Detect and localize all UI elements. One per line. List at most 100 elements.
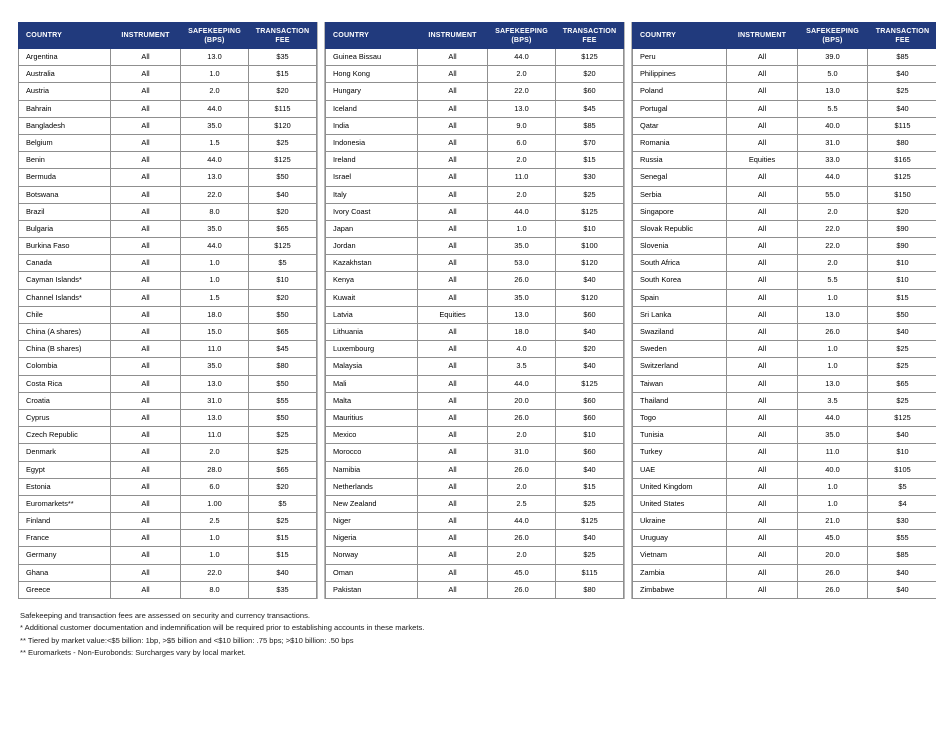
cell-transaction-fee: $70: [555, 133, 624, 153]
cell-instrument: All: [726, 82, 798, 101]
table-row: Slovak Republic All 22.0 $90: [632, 219, 936, 239]
cell-instrument: All: [726, 168, 798, 187]
table-row: Zimbabwe All 26.0 $40: [632, 580, 936, 600]
cell-instrument: All: [726, 202, 798, 221]
column-header-transaction-fee[interactable]: TRANSACTION FEE: [248, 22, 317, 49]
table-row: Jordan All 35.0 $100: [325, 237, 624, 256]
fee-table-block-left: COUNTRY INSTRUMENT SAFEKEEPING (BPS) TRANSAC…: [18, 22, 317, 600]
cell-transaction-fee: $40: [555, 271, 624, 290]
cell-safekeeping-bps: 8.0: [180, 202, 249, 221]
cell-safekeeping-bps: 26.0: [487, 580, 556, 600]
table-row: Russia Equities 33.0 $165: [632, 151, 936, 170]
cell-safekeeping-bps: 1.00: [180, 494, 249, 514]
cell-instrument: All: [110, 133, 181, 153]
cell-country: Greece: [18, 580, 111, 600]
table-row: Slovenia All 22.0 $90: [632, 237, 936, 256]
cell-instrument: All: [726, 563, 798, 582]
cell-country: Nigeria: [325, 529, 418, 548]
cell-transaction-fee: $45: [248, 340, 317, 359]
column-header-safekeeping[interactable]: SAFEKEEPING (BPS): [487, 22, 556, 49]
cell-transaction-fee: $25: [248, 426, 317, 445]
table-row: Israel All 11.0 $30: [325, 168, 624, 187]
cell-instrument: All: [417, 202, 488, 221]
cell-country: Philippines: [632, 65, 727, 84]
cell-transaction-fee: $120: [555, 254, 624, 273]
cell-instrument: All: [726, 219, 798, 239]
column-header-safekeeping[interactable]: SAFEKEEPING (BPS): [797, 22, 868, 49]
cell-instrument: All: [110, 322, 181, 342]
cell-instrument: All: [417, 47, 488, 67]
cell-safekeeping-bps: 44.0: [180, 99, 249, 118]
table-row: New Zealand All 2.5 $25: [325, 494, 624, 514]
cell-country: Netherlands: [325, 477, 418, 496]
cell-safekeeping-bps: 13.0: [180, 47, 249, 67]
fee-table: COUNTRY INSTRUMENT SAFEKEEPING (BPS) TRANSAC…: [325, 22, 624, 600]
cell-country: Costa Rica: [18, 374, 111, 393]
cell-safekeeping-bps: 2.0: [797, 202, 868, 221]
cell-instrument: All: [417, 65, 488, 84]
cell-country: Mali: [325, 374, 418, 393]
table-row: Botswana All 22.0 $40: [18, 185, 317, 204]
cell-transaction-fee: $60: [555, 305, 624, 325]
cell-instrument: All: [726, 443, 798, 462]
column-header-country[interactable]: COUNTRY: [18, 22, 111, 49]
column-header-country[interactable]: COUNTRY: [632, 22, 727, 49]
cell-transaction-fee: $35: [248, 580, 317, 600]
column-header-instrument[interactable]: INSTRUMENT: [110, 22, 181, 49]
cell-transaction-fee: $85: [555, 116, 624, 135]
table-row: Ivory Coast All 44.0 $125: [325, 202, 624, 221]
cell-safekeeping-bps: 26.0: [487, 271, 556, 290]
cell-safekeeping-bps: 2.0: [487, 65, 556, 84]
cell-instrument: All: [726, 288, 798, 307]
cell-instrument: All: [110, 340, 181, 359]
cell-safekeeping-bps: 28.0: [180, 460, 249, 479]
table-row: Malta All 20.0 $60: [325, 391, 624, 410]
cell-country: Germany: [18, 546, 111, 565]
column-header-transaction-fee[interactable]: TRANSACTION FEE: [867, 22, 936, 49]
cell-instrument: All: [726, 512, 798, 531]
cell-safekeeping-bps: 2.0: [487, 477, 556, 496]
cell-country: Romania: [632, 133, 727, 153]
cell-instrument: All: [726, 237, 798, 256]
cell-transaction-fee: $25: [867, 340, 936, 359]
cell-instrument: All: [110, 477, 181, 496]
cell-safekeeping-bps: 44.0: [487, 202, 556, 221]
table-row: Egypt All 28.0 $65: [18, 460, 317, 479]
cell-country: Bermuda: [18, 168, 111, 187]
cell-safekeeping-bps: 11.0: [487, 168, 556, 187]
column-header-safekeeping[interactable]: SAFEKEEPING (BPS): [180, 22, 249, 49]
cell-transaction-fee: $65: [248, 322, 317, 342]
column-header-transaction-fee[interactable]: TRANSACTION FEE: [555, 22, 624, 49]
cell-transaction-fee: $40: [867, 580, 936, 600]
column-header-instrument[interactable]: INSTRUMENT: [726, 22, 798, 49]
cell-instrument: All: [110, 305, 181, 325]
table-row: Niger All 44.0 $125: [325, 512, 624, 531]
table-row: Norway All 2.0 $25: [325, 546, 624, 565]
cell-country: Estonia: [18, 477, 111, 496]
table-row: Swaziland All 26.0 $40: [632, 322, 936, 342]
cell-instrument: All: [417, 374, 488, 393]
table-row: Mali All 44.0 $125: [325, 374, 624, 393]
table-row: Luxembourg All 4.0 $20: [325, 340, 624, 359]
column-header-country[interactable]: COUNTRY: [325, 22, 418, 49]
cell-transaction-fee: $40: [867, 426, 936, 445]
cell-country: Togo: [632, 408, 727, 428]
cell-instrument: All: [726, 529, 798, 548]
cell-instrument: All: [417, 546, 488, 565]
cell-transaction-fee: $20: [867, 202, 936, 221]
fee-schedule-page: COUNTRY INSTRUMENT SAFEKEEPING (BPS) TRANSAC…: [0, 0, 936, 734]
cell-country: Uruguay: [632, 529, 727, 548]
cell-safekeeping-bps: 1.0: [797, 288, 868, 307]
table-row: Uruguay All 45.0 $55: [632, 529, 936, 548]
table-row: Mexico All 2.0 $10: [325, 426, 624, 445]
cell-safekeeping-bps: 2.0: [487, 546, 556, 565]
cell-safekeeping-bps: 1.0: [487, 219, 556, 239]
cell-transaction-fee: $40: [867, 65, 936, 84]
cell-safekeeping-bps: 26.0: [797, 563, 868, 582]
column-header-instrument[interactable]: INSTRUMENT: [417, 22, 488, 49]
table-row: Nigeria All 26.0 $40: [325, 529, 624, 548]
cell-country: Niger: [325, 512, 418, 531]
cell-instrument: All: [110, 185, 181, 204]
table-row: Burkina Faso All 44.0 $125: [18, 237, 317, 256]
cell-country: Zambia: [632, 563, 727, 582]
